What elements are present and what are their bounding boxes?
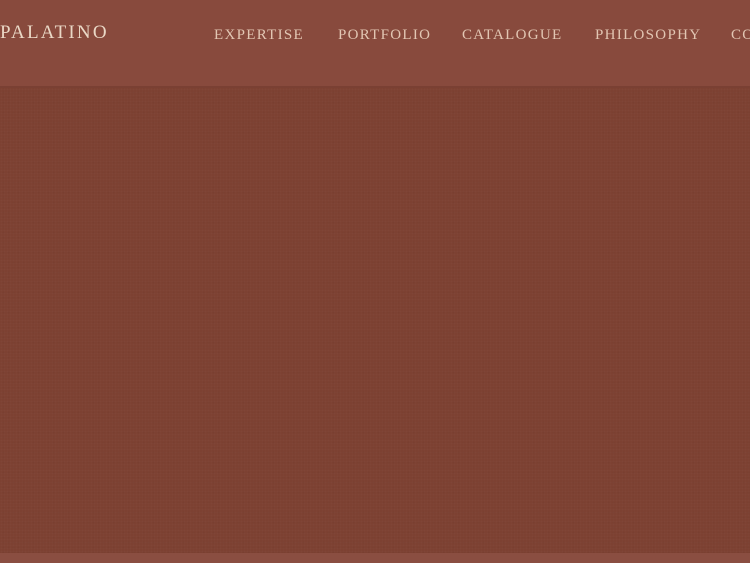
- site-header: PALATINO EXPERTISE PORTFOLIO CATALOGUE P…: [0, 0, 750, 88]
- nav-item-catalogue[interactable]: CATALOGUE: [462, 27, 563, 44]
- main-nav: EXPERTISE PORTFOLIO CATALOGUE PHILOSOPHY…: [0, 27, 750, 47]
- nav-item-portfolio[interactable]: PORTFOLIO: [338, 27, 431, 44]
- nav-item-contact[interactable]: CO: [731, 27, 750, 44]
- nav-item-philosophy[interactable]: PHILOSOPHY: [595, 27, 701, 44]
- nav-item-expertise[interactable]: EXPERTISE: [214, 27, 304, 44]
- hero-section: [0, 88, 750, 553]
- section-divider: [0, 553, 750, 563]
